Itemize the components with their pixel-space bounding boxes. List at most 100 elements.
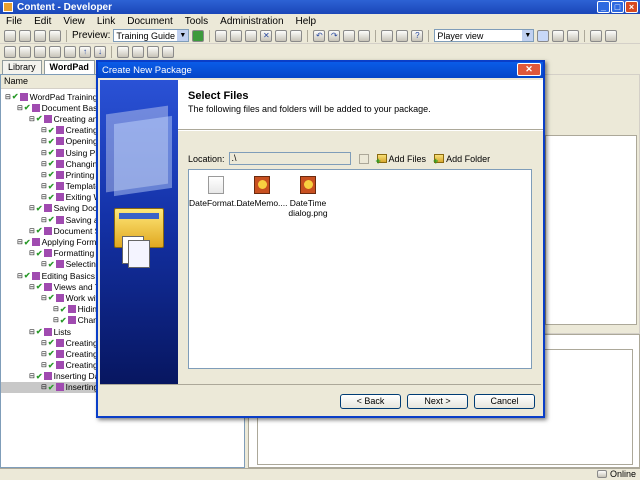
document-icon[interactable] [34, 46, 46, 58]
menu-tools[interactable]: Tools [185, 16, 208, 27]
check-in-icon[interactable] [49, 29, 61, 42]
location-field[interactable]: .\ [228, 152, 351, 165]
expand-icon[interactable]: ⊟ [29, 204, 35, 212]
refresh-icon[interactable] [605, 29, 618, 42]
paste-icon[interactable] [245, 29, 258, 42]
layout-two-icon[interactable] [552, 29, 565, 42]
expand-icon[interactable]: ⊟ [41, 193, 47, 201]
expand-icon[interactable]: ⊟ [41, 216, 47, 224]
maximize-button[interactable]: □ [611, 1, 624, 13]
minimize-button[interactable]: _ [597, 1, 610, 13]
publish-icon[interactable] [590, 29, 603, 42]
new-icon[interactable] [4, 29, 16, 42]
print-icon[interactable] [34, 29, 46, 42]
help-icon[interactable]: ? [411, 29, 424, 42]
expand-icon[interactable]: ⊟ [53, 305, 59, 313]
file-list[interactable]: DateFormat.... DateMemo.... DateTime dia… [188, 169, 532, 369]
add-folder-button[interactable]: Add Folder [433, 154, 490, 167]
delete-icon[interactable]: ✕ [260, 29, 273, 42]
wizard-header: Select Files The following files and fol… [178, 80, 543, 130]
dialog-footer: < Back Next > Cancel [100, 384, 541, 416]
find-replace-icon[interactable] [381, 29, 394, 42]
cut-icon[interactable] [215, 29, 228, 42]
back-button[interactable]: < Back [340, 394, 401, 409]
expand-icon[interactable]: ⊟ [41, 137, 47, 145]
close-button[interactable]: × [625, 1, 638, 13]
tab-wordpad[interactable]: WordPad [43, 60, 95, 74]
indent-icon[interactable] [358, 29, 371, 42]
menu-administration[interactable]: Administration [220, 16, 283, 27]
move-down-icon[interactable]: ↓ [94, 46, 106, 58]
find-icon[interactable] [290, 29, 303, 42]
menu-file[interactable]: File [6, 16, 22, 27]
expand-icon[interactable]: ⊟ [5, 93, 11, 101]
toolbar-separator [584, 29, 586, 42]
chevron-down-icon[interactable]: ▼ [177, 30, 189, 41]
move-up-icon[interactable]: ↑ [79, 46, 91, 58]
menu-link[interactable]: Link [97, 16, 115, 27]
preview-combo[interactable]: Training Guide ▼ [113, 29, 190, 42]
expand-icon[interactable]: ⊟ [41, 126, 47, 134]
menu-edit[interactable]: Edit [34, 16, 51, 27]
status-check-icon: ✔ [35, 248, 43, 258]
dialog-close-button[interactable]: ✕ [517, 63, 541, 76]
save-icon[interactable] [19, 29, 31, 42]
expand-icon[interactable]: ⊟ [17, 272, 23, 280]
demote-icon[interactable] [132, 46, 144, 58]
redo-icon[interactable]: ↷ [328, 29, 341, 42]
spell-check-icon[interactable] [396, 29, 409, 42]
view-mode-combo[interactable]: Player view ▼ [434, 29, 535, 42]
frame-icon[interactable] [64, 46, 76, 58]
wizard-subheading: The following files and folders will be … [188, 104, 431, 114]
outline-icon[interactable] [4, 46, 16, 58]
app-title: Content - Developer [17, 1, 113, 13]
expand-icon[interactable]: ⊟ [17, 104, 23, 112]
expand-icon[interactable]: ⊟ [29, 328, 35, 336]
expand-icon[interactable]: ⊟ [41, 383, 47, 391]
expand-icon[interactable]: ⊟ [29, 227, 35, 235]
expand-icon[interactable]: ⊟ [41, 160, 47, 168]
cancel-button[interactable]: Cancel [474, 394, 535, 409]
undo-icon[interactable]: ↶ [313, 29, 326, 42]
expand-icon[interactable]: ⊟ [41, 361, 47, 369]
layout-one-icon[interactable] [537, 29, 550, 42]
book-icon [55, 148, 64, 157]
unlink-icon[interactable] [162, 46, 174, 58]
tree-item-label: Creating [65, 360, 98, 371]
expand-icon[interactable]: ⊟ [41, 339, 47, 347]
book-icon [43, 204, 52, 213]
book-icon [67, 305, 76, 314]
properties-icon[interactable] [275, 29, 288, 42]
topic-icon[interactable] [49, 46, 61, 58]
expand-icon[interactable]: ⊟ [17, 238, 23, 246]
link-icon[interactable] [147, 46, 159, 58]
up-folder-button[interactable] [358, 153, 369, 164]
menu-help[interactable]: Help [296, 16, 317, 27]
expand-icon[interactable]: ⊟ [41, 182, 47, 190]
expand-icon[interactable]: ⊟ [41, 294, 47, 302]
expand-icon[interactable]: ⊟ [29, 283, 35, 291]
expand-icon[interactable]: ⊟ [41, 149, 47, 157]
next-button[interactable]: Next > [407, 394, 468, 409]
status-check-icon: ✔ [23, 237, 31, 247]
expand-icon[interactable]: ⊟ [53, 316, 59, 324]
file-item[interactable]: DateTime dialog.png [281, 176, 335, 218]
expand-icon[interactable]: ⊟ [29, 249, 35, 257]
status-check-icon: ✔ [47, 181, 55, 191]
add-files-button[interactable]: Add Files [376, 154, 427, 167]
chevron-down-icon[interactable]: ▼ [522, 30, 534, 41]
expand-icon[interactable]: ⊟ [29, 115, 35, 123]
promote-icon[interactable] [117, 46, 129, 58]
book-icon[interactable] [19, 46, 31, 58]
expand-icon[interactable]: ⊟ [41, 171, 47, 179]
layout-three-icon[interactable] [567, 29, 580, 42]
menu-document[interactable]: Document [127, 16, 173, 27]
play-icon[interactable] [192, 29, 205, 42]
outdent-icon[interactable] [343, 29, 356, 42]
tab-library[interactable]: Library [2, 60, 42, 74]
expand-icon[interactable]: ⊟ [41, 260, 47, 268]
copy-icon[interactable] [230, 29, 243, 42]
menu-view[interactable]: View [63, 16, 85, 27]
expand-icon[interactable]: ⊟ [41, 350, 47, 358]
expand-icon[interactable]: ⊟ [29, 372, 35, 380]
